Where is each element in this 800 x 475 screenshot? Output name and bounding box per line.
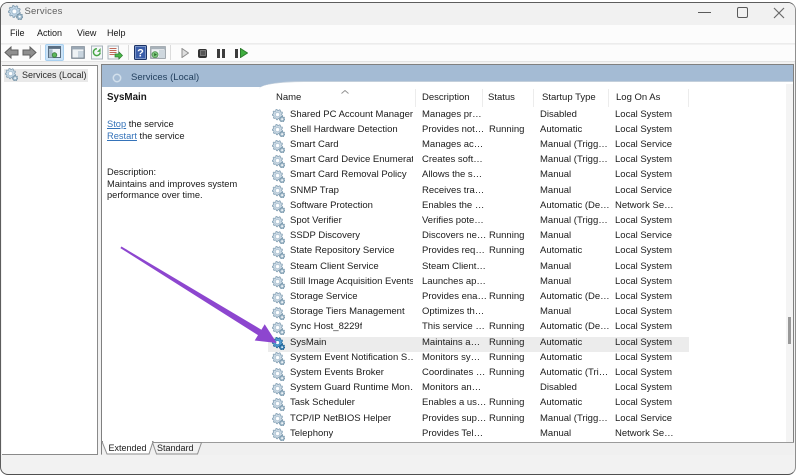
svg-text:?: ? xyxy=(137,48,144,60)
